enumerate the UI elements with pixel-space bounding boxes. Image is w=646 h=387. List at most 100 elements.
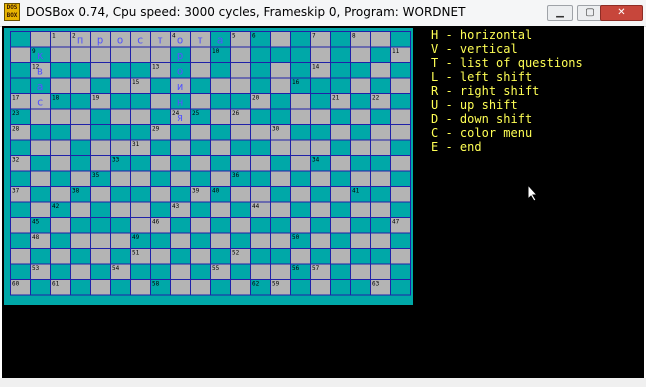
crossword-cell[interactable] xyxy=(310,170,331,187)
minimize-button[interactable]: ▁ xyxy=(547,5,573,21)
crossword-cell[interactable] xyxy=(90,139,111,156)
crossword-cell[interactable] xyxy=(330,248,351,265)
crossword-cell[interactable] xyxy=(10,248,31,265)
crossword-cell[interactable] xyxy=(210,170,231,187)
crossword-cell[interactable] xyxy=(270,62,291,79)
crossword-cell[interactable] xyxy=(230,62,251,79)
crossword-cell[interactable] xyxy=(270,77,291,94)
close-button[interactable]: ✕ xyxy=(600,5,643,21)
crossword-cell[interactable] xyxy=(210,77,231,94)
crossword-cell[interactable] xyxy=(50,186,71,203)
crossword-cell[interactable] xyxy=(250,186,271,203)
crossword-cell[interactable] xyxy=(10,46,31,63)
crossword-cell[interactable] xyxy=(230,77,251,94)
crossword-cell[interactable] xyxy=(270,170,291,187)
crossword-cell[interactable] xyxy=(310,139,331,156)
crossword-cell[interactable] xyxy=(90,232,111,249)
crossword-cell[interactable] xyxy=(190,93,211,110)
crossword-cell[interactable] xyxy=(230,46,251,63)
crossword-cell[interactable] xyxy=(290,155,311,172)
crossword-cell[interactable] xyxy=(170,139,191,156)
crossword-cell[interactable] xyxy=(130,217,151,234)
crossword-cell[interactable] xyxy=(110,232,131,249)
crossword-cell[interactable] xyxy=(130,46,151,63)
crossword-cell[interactable] xyxy=(150,155,171,172)
crossword-cell[interactable] xyxy=(190,248,211,265)
crossword-cell[interactable] xyxy=(110,201,131,218)
crossword-cell[interactable] xyxy=(370,124,391,141)
crossword-cell[interactable] xyxy=(250,232,271,249)
crossword-cell[interactable] xyxy=(210,139,231,156)
crossword-cell[interactable] xyxy=(290,139,311,156)
crossword-cell[interactable] xyxy=(90,155,111,172)
crossword-cell[interactable] xyxy=(110,139,131,156)
crossword-cell[interactable] xyxy=(130,201,151,218)
crossword-cell[interactable] xyxy=(370,263,391,280)
crossword-cell[interactable] xyxy=(390,108,411,125)
crossword-cell[interactable] xyxy=(230,186,251,203)
crossword-cell[interactable] xyxy=(90,62,111,79)
crossword-cell[interactable] xyxy=(70,201,91,218)
crossword-cell[interactable] xyxy=(170,232,191,249)
crossword-cell[interactable] xyxy=(150,46,171,63)
crossword-cell[interactable] xyxy=(70,232,91,249)
crossword-cell[interactable] xyxy=(370,139,391,156)
crossword-cell[interactable] xyxy=(270,139,291,156)
crossword-cell[interactable] xyxy=(90,279,111,296)
crossword-cell[interactable] xyxy=(290,93,311,110)
crossword-cell[interactable] xyxy=(70,124,91,141)
crossword-cell[interactable] xyxy=(190,46,211,63)
crossword-cell[interactable] xyxy=(130,170,151,187)
crossword-cell[interactable] xyxy=(230,155,251,172)
dos-screen[interactable]: 1 2 4 5 6 7 8 9 10 11 12 13 14 15 16 17 18 19 20 21 22 23 24 25… xyxy=(2,26,644,378)
crossword-cell[interactable] xyxy=(390,155,411,172)
crossword-cell[interactable] xyxy=(370,170,391,187)
crossword-cell[interactable] xyxy=(330,124,351,141)
crossword-cell[interactable] xyxy=(310,46,331,63)
crossword-cell[interactable] xyxy=(130,279,151,296)
crossword-cell[interactable] xyxy=(70,263,91,280)
crossword-cell[interactable] xyxy=(270,263,291,280)
crossword-cell[interactable] xyxy=(30,170,51,187)
crossword-cell[interactable] xyxy=(50,46,71,63)
crossword-cell[interactable] xyxy=(350,46,371,63)
crossword-cell[interactable] xyxy=(170,279,191,296)
crossword-cell[interactable] xyxy=(350,108,371,125)
crossword-cell[interactable] xyxy=(250,263,271,280)
crossword-cell[interactable] xyxy=(150,186,171,203)
crossword-cell[interactable] xyxy=(290,248,311,265)
crossword-cell[interactable] xyxy=(230,279,251,296)
crossword-cell[interactable] xyxy=(50,217,71,234)
crossword-cell[interactable] xyxy=(390,248,411,265)
crossword-cell[interactable] xyxy=(90,186,111,203)
crossword-cell[interactable] xyxy=(70,108,91,125)
crossword-cell[interactable] xyxy=(50,248,71,265)
crossword-cell[interactable] xyxy=(30,201,51,218)
crossword-cell[interactable] xyxy=(50,155,71,172)
window-titlebar[interactable]: DOS BOX DOSBox 0.74, Cpu speed: 3000 cyc… xyxy=(0,0,646,27)
crossword-cell[interactable] xyxy=(110,108,131,125)
crossword-cell[interactable] xyxy=(50,77,71,94)
crossword-cell[interactable] xyxy=(210,108,231,125)
crossword-cell[interactable] xyxy=(390,186,411,203)
crossword-cell[interactable] xyxy=(370,232,391,249)
crossword-cell[interactable] xyxy=(370,201,391,218)
crossword-cell[interactable] xyxy=(310,232,331,249)
crossword-cell[interactable] xyxy=(270,232,291,249)
crossword-cell[interactable] xyxy=(190,124,211,141)
crossword-cell[interactable] xyxy=(90,248,111,265)
crossword-cell[interactable] xyxy=(230,217,251,234)
crossword-cell[interactable] xyxy=(110,170,131,187)
crossword-cell[interactable] xyxy=(130,108,151,125)
crossword-cell[interactable] xyxy=(370,62,391,79)
crossword-cell[interactable] xyxy=(150,93,171,110)
crossword-cell[interactable] xyxy=(190,217,211,234)
crossword-cell[interactable] xyxy=(290,217,311,234)
crossword-cell[interactable] xyxy=(330,217,351,234)
crossword-cell[interactable] xyxy=(170,170,191,187)
crossword-cell[interactable] xyxy=(270,201,291,218)
crossword-cell[interactable] xyxy=(70,77,91,94)
crossword-cell[interactable] xyxy=(350,232,371,249)
crossword-cell[interactable] xyxy=(350,139,371,156)
crossword-cell[interactable] xyxy=(30,108,51,125)
